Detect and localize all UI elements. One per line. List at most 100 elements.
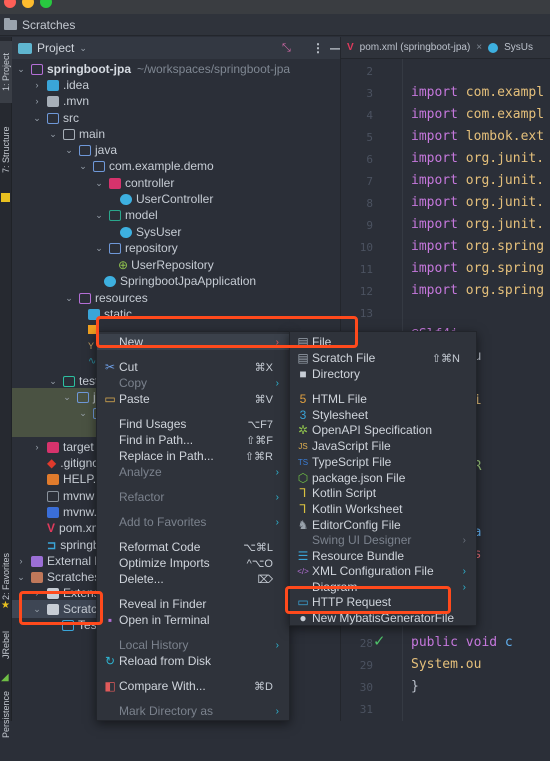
tree-node[interactable]: ⌄ src (32, 110, 79, 126)
tree-node[interactable]: › .idea (32, 77, 90, 93)
tree-node[interactable]: › External Li (16, 553, 104, 569)
submenu-item-scratch-file[interactable]: ▤ Scratch File ⇧⌘N (290, 350, 476, 366)
tree-node[interactable]: › Extensi (32, 585, 103, 601)
chevron-down-icon[interactable]: ⌄ (48, 376, 58, 387)
tab-pom-xml[interactable]: pom.xml (springboot-jpa) (360, 42, 471, 53)
options-menu-icon[interactable]: ⋮ (312, 41, 324, 55)
menu-item-reveal-in-finder[interactable]: Reveal in Finder (97, 596, 289, 612)
chevron-down-icon[interactable]: ⌄ (78, 408, 88, 419)
submenu-item-typescript-file[interactable]: TS TypeScript File (290, 454, 476, 470)
tree-node[interactable]: ⌄ model (94, 207, 157, 223)
chevron-down-icon[interactable]: ⌄ (32, 113, 42, 124)
menu-item-local-history[interactable]: Local History › (97, 637, 289, 653)
submenu-item-directory[interactable]: ■ Directory (290, 366, 476, 382)
tab-jrebel[interactable]: JRebel (0, 622, 12, 668)
menu-item-find-in-path[interactable]: Find in Path... ⇧⌘F (97, 432, 289, 448)
submenu-item-swing-ui-designer[interactable]: Swing UI Designer › (290, 532, 476, 548)
chevron-down-icon[interactable]: ⌄ (32, 604, 42, 615)
submenu-item-openapi-specification[interactable]: ✲ OpenAPI Specification (290, 422, 476, 438)
breadcrumb-item[interactable]: Scratches (22, 18, 75, 32)
tree-node[interactable]: ⌄ main (48, 126, 105, 142)
tab-persistence[interactable]: Persistence (0, 691, 12, 761)
chevron-down-icon[interactable]: ⌄ (16, 572, 26, 583)
chevron-down-icon[interactable]: ⌄ (79, 43, 87, 54)
submenu-item-editorconfig-file[interactable]: ♞ EditorConfig File (290, 517, 476, 533)
tree-node[interactable]: ⌄ controller (94, 175, 174, 191)
tree-node[interactable]: ⌄ java (64, 142, 117, 158)
submenu-item-http-request[interactable]: ▭ HTTP Request (290, 594, 476, 610)
tree-node[interactable]: ⌄ test (48, 373, 98, 389)
menu-item-reload-from-disk[interactable]: ↻ Reload from Disk (97, 653, 289, 669)
chevron-down-icon[interactable]: ⌄ (94, 243, 104, 254)
submenu-item-javascript-file[interactable]: JS JavaScript File (290, 438, 476, 454)
chevron-down-icon[interactable]: ⌄ (64, 145, 74, 156)
tab-structure[interactable]: 7: Structure (0, 115, 12, 185)
submenu-item-html-file[interactable]: 5 HTML File (290, 391, 476, 407)
menu-item-copy[interactable]: Copy › (97, 375, 289, 391)
tree-node[interactable]: static (88, 306, 132, 322)
chevron-down-icon[interactable]: ⌄ (94, 178, 104, 189)
menu-item-mark-directory-as[interactable]: Mark Directory as › (97, 703, 289, 719)
menu-item-replace-in-path[interactable]: Replace in Path... ⇧⌘R (97, 448, 289, 464)
menu-item-cut[interactable]: ✂ Cut ⌘X (97, 359, 289, 375)
chevron-right-icon[interactable]: › (32, 588, 42, 598)
menu-item-delete[interactable]: Delete... ⌦ (97, 571, 289, 587)
menu-item-find-usages[interactable]: Find Usages ⌥F7 (97, 416, 289, 432)
tree-node[interactable]: UserController (120, 191, 213, 207)
tab-sysuser[interactable]: SysUs (504, 42, 533, 53)
submenu-item-resource-bundle[interactable]: ☰ Resource Bundle (290, 548, 476, 564)
chevron-down-icon[interactable]: ⌄ (94, 210, 104, 221)
chevron-right-icon[interactable]: › (32, 80, 42, 90)
tree-node[interactable]: Test (62, 617, 100, 633)
tree-node-root[interactable]: ⌄ springboot-jpa ~/workspaces/springboot… (16, 61, 290, 77)
submenu-item-kotlin-script[interactable]: Ꞁ Kotlin Script (290, 485, 476, 501)
tree-node[interactable]: mvnw (47, 488, 94, 504)
tree-node[interactable]: ⊕ UserRepository (118, 257, 214, 273)
chevron-down-icon[interactable]: ⌄ (16, 64, 26, 75)
submenu-item-diagram[interactable]: Diagram › (290, 579, 476, 595)
menu-item-add-to-favorites[interactable]: Add to Favorites › (97, 514, 289, 530)
tree-node[interactable]: mvnw.c (47, 504, 103, 520)
menu-item-compare-with[interactable]: ◧ Compare With... ⌘D (97, 678, 289, 694)
chevron-right-icon[interactable]: › (32, 442, 42, 452)
tree-node[interactable]: SysUser (120, 224, 181, 240)
chevron-down-icon[interactable]: ⌄ (78, 161, 88, 172)
submenu-item-stylesheet[interactable]: 3 Stylesheet (290, 407, 476, 423)
menu-item-optimize-imports[interactable]: Optimize Imports ^⌥O (97, 555, 289, 571)
submenu-item-kotlin-worksheet[interactable]: Ꞁ Kotlin Worksheet (290, 501, 476, 517)
menu-item-refactor[interactable]: Refactor › (97, 489, 289, 505)
project-view-selector[interactable]: Project (37, 41, 74, 55)
submenu-item-file[interactable]: ▤ File (290, 334, 476, 350)
collapse-all-icon[interactable]: ⤡ (282, 42, 291, 55)
tree-node[interactable]: ⌄ Scratches (16, 569, 100, 585)
tree-node[interactable]: › .mvn (32, 93, 90, 109)
tree-node[interactable]: › target (32, 439, 94, 455)
tree-node[interactable]: ⌄ repository (94, 240, 177, 256)
tree-node[interactable]: SpringbootJpaApplication (104, 273, 256, 289)
menu-item-analyze[interactable]: Analyze › (97, 464, 289, 480)
zoom-window-button[interactable] (40, 0, 52, 8)
tree-node[interactable]: Vpom.xm (47, 520, 102, 536)
tree-node[interactable]: ⌄ resources (64, 290, 147, 306)
tree-node[interactable]: ⌄ com.example.demo (78, 158, 214, 174)
tree-node[interactable]: ⊐ springb (47, 537, 100, 553)
run-test-icon[interactable]: ✓ (373, 632, 386, 650)
chevron-right-icon[interactable]: › (16, 556, 26, 566)
submenu-item-package-json-file[interactable]: ⬡ package.json File (290, 470, 476, 486)
minimize-window-button[interactable] (22, 0, 34, 8)
close-window-button[interactable] (4, 0, 16, 8)
submenu-item-new-mybatisgeneratorfile[interactable]: ● New MybatisGeneratorFile (290, 610, 476, 626)
menu-item-paste[interactable]: ▭ Paste ⌘V (97, 391, 289, 407)
chevron-down-icon[interactable]: ⌄ (62, 392, 72, 403)
menu-item-reformat-code[interactable]: Reformat Code ⌥⌘L (97, 539, 289, 555)
menu-item-open-in-terminal[interactable]: ▪ Open in Terminal (97, 612, 289, 628)
tree-node[interactable]: ◆ .gitigno (47, 455, 99, 471)
tab-project[interactable]: 1: Project (0, 41, 12, 103)
chevron-down-icon[interactable]: ⌄ (64, 293, 74, 304)
chevron-right-icon[interactable]: › (32, 96, 42, 106)
close-tab-icon[interactable]: × (476, 42, 482, 53)
tree-node-selected[interactable]: ⌄ Scratch (32, 601, 103, 617)
submenu-item-xml-configuration-file[interactable]: </> XML Configuration File › (290, 563, 476, 579)
menu-item-new[interactable]: New › (97, 334, 289, 350)
chevron-down-icon[interactable]: ⌄ (48, 129, 58, 140)
